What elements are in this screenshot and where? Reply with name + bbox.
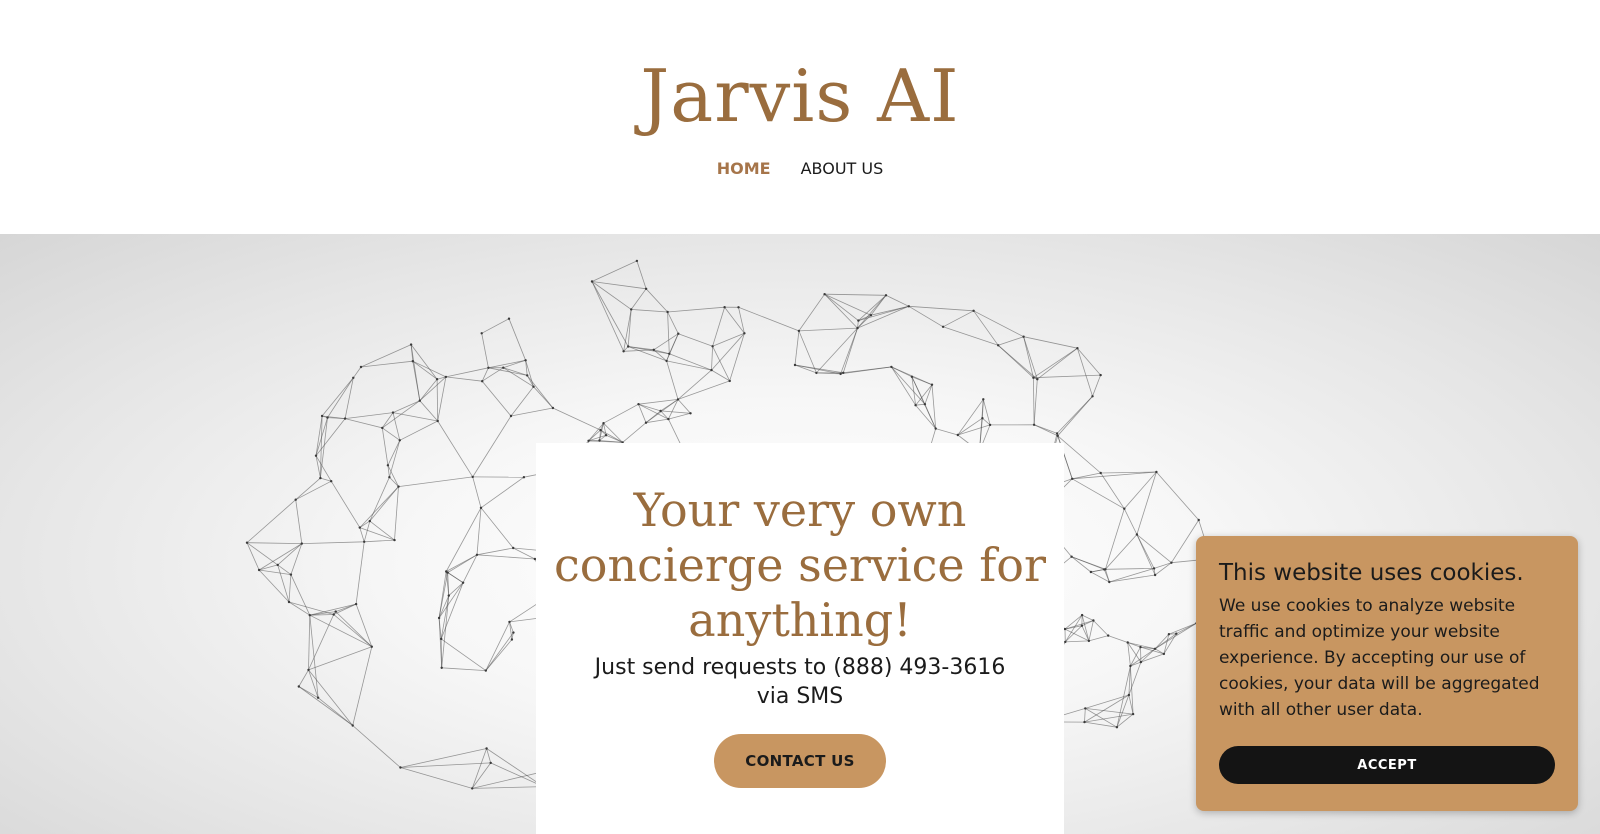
accept-cookies-button[interactable]: ACCEPT [1219,746,1555,784]
site-header: Jarvis AI HOME ABOUT US [0,0,1600,234]
hero-title: Your very own concierge service for anyt… [554,483,1046,647]
main-nav: HOME ABOUT US [0,156,1600,182]
cookie-banner-title: This website uses cookies. [1219,560,1524,586]
cookie-banner-text: We use cookies to analyze website traffi… [1219,596,1540,720]
hero-subtitle: Just send requests to (888) 493-3616 via… [594,655,1006,709]
contact-us-button[interactable]: CONTACT US [714,734,886,788]
site-logo[interactable]: Jarvis AI [0,46,1600,146]
cookie-banner: This website uses cookies. We use cookie… [1196,536,1578,811]
hero-card: Your very own concierge service for anyt… [536,443,1064,834]
nav-item-about-us[interactable]: ABOUT US [801,156,884,182]
nav-item-home[interactable]: HOME [717,156,771,182]
